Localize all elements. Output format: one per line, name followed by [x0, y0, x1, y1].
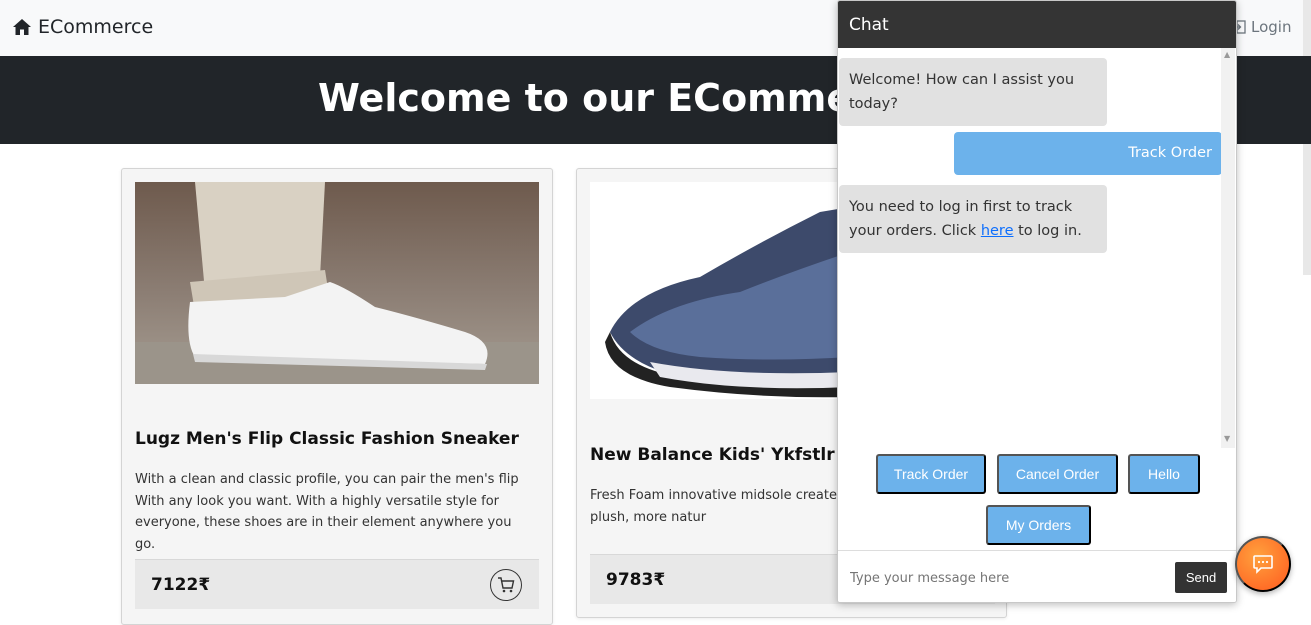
- chat-bubble-icon: [1253, 555, 1273, 574]
- chat-toggle-button[interactable]: [1235, 536, 1291, 592]
- login-label: Login: [1251, 18, 1292, 36]
- hero-title: Welcome to our ECommerce: [318, 76, 920, 120]
- chat-message-input[interactable]: [850, 563, 1170, 593]
- quick-reply-cancel-order[interactable]: Cancel Order: [997, 454, 1118, 494]
- product-image: [135, 182, 539, 384]
- brand-link[interactable]: ECommerce: [12, 16, 153, 38]
- product-image: [590, 182, 850, 399]
- chat-messages: Welcome! How can I assist you today? Tra…: [838, 48, 1236, 444]
- chat-window: Chat Welcome! How can I assist you today…: [837, 0, 1237, 603]
- product-description: With a clean and classic profile, you ca…: [135, 472, 519, 552]
- product-title[interactable]: New Balance Kids' Ykfstlr: [590, 445, 835, 465]
- brand-name: ECommerce: [38, 16, 154, 38]
- chat-input-row: Send: [838, 550, 1236, 602]
- add-to-cart-button[interactable]: [490, 569, 522, 601]
- login-link[interactable]: Login: [1232, 18, 1291, 36]
- chat-header: Chat: [838, 1, 1236, 48]
- quick-reply-my-orders[interactable]: My Orders: [986, 505, 1091, 545]
- scroll-up-icon[interactable]: ▲: [1224, 50, 1230, 59]
- product-title[interactable]: Lugz Men's Flip Classic Fashion Sneaker: [135, 429, 519, 449]
- chat-scrollbar[interactable]: ▲ ▼: [1221, 48, 1235, 448]
- message-text: to log in.: [1013, 223, 1082, 239]
- home-icon: [13, 19, 31, 35]
- send-button[interactable]: Send: [1175, 562, 1227, 593]
- bot-message: You need to log in first to track your o…: [839, 185, 1107, 253]
- login-here-link[interactable]: here: [981, 223, 1014, 239]
- product-footer: 7122₹: [135, 559, 539, 609]
- product-card: Lugz Men's Flip Classic Fashion Sneaker …: [121, 168, 553, 625]
- quick-reply-track-order[interactable]: Track Order: [876, 454, 986, 494]
- user-message: Track Order: [954, 132, 1222, 175]
- quick-reply-hello[interactable]: Hello: [1128, 454, 1200, 494]
- product-price: 9783₹: [606, 570, 666, 590]
- cart-icon: [498, 577, 515, 593]
- product-price: 7122₹: [151, 575, 211, 595]
- bot-message: Welcome! How can I assist you today?: [839, 58, 1107, 126]
- scroll-down-icon[interactable]: ▼: [1224, 434, 1230, 443]
- chat-title: Chat: [849, 15, 889, 35]
